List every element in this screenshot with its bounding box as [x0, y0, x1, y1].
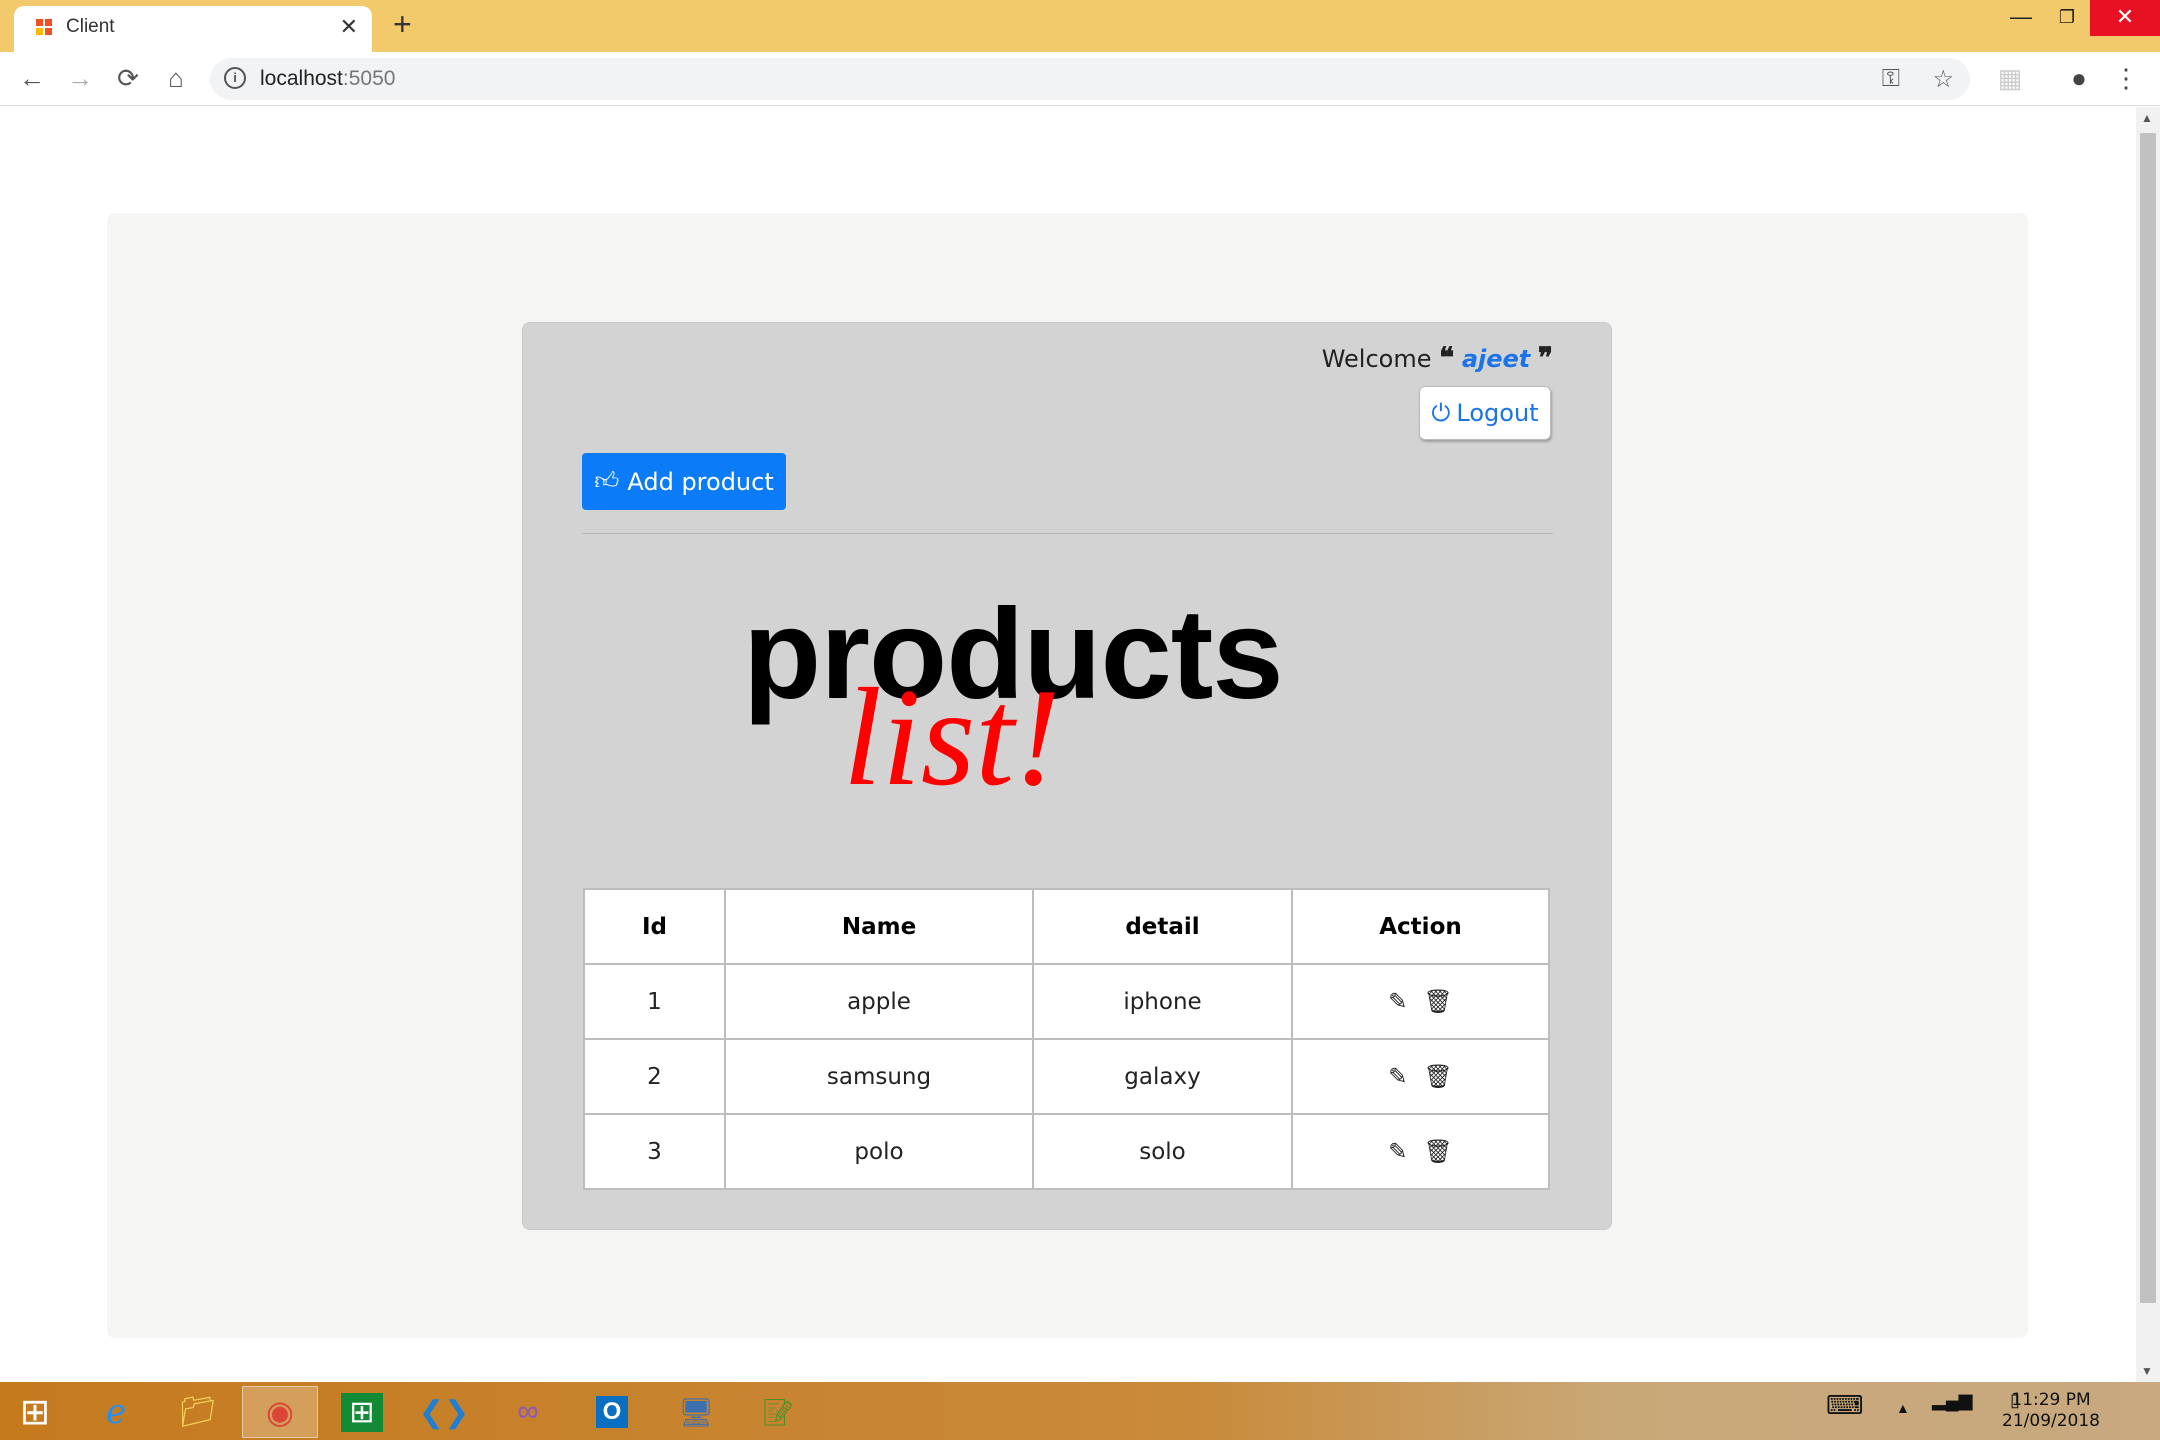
welcome-label: Welcome: [1321, 345, 1432, 373]
show-hidden-icons[interactable]: ▲: [1896, 1400, 1910, 1416]
address-bar[interactable]: i localhost:5050 ⚿ ☆: [210, 58, 1970, 100]
file-explorer-icon[interactable]: 📁︎: [160, 1386, 236, 1438]
outlook-icon[interactable]: O: [574, 1386, 650, 1438]
internet-explorer-icon[interactable]: ℯ: [78, 1386, 154, 1438]
delete-icon[interactable]: 🗑︎: [1424, 988, 1453, 1015]
table-row: 3 polo solo ✎ 🗑︎: [583, 1113, 1550, 1190]
visual-studio-icon[interactable]: ∞: [490, 1386, 566, 1438]
logout-label: Logout: [1456, 399, 1539, 427]
delete-icon[interactable]: 🗑︎: [1424, 1138, 1453, 1165]
home-icon[interactable]: ⌂: [160, 63, 192, 93]
key-icon[interactable]: ⚿: [1882, 65, 1900, 93]
products-table: Id Name detail Action 1 apple iphone ✎ 🗑…: [583, 888, 1550, 1190]
cell-name: polo: [724, 1113, 1034, 1190]
cell-detail: iphone: [1032, 963, 1293, 1040]
extension-icon[interactable]: ▦: [1994, 63, 2026, 93]
menu-dots-icon[interactable]: ⋮: [2110, 63, 2142, 93]
products-card: Welcome ❝ ajeet ❞ ⏻ Logout 👍︎ Add produc…: [522, 322, 1612, 1230]
forward-icon[interactable]: →: [64, 63, 96, 93]
delete-icon[interactable]: 🗑︎: [1424, 1063, 1453, 1090]
cell-action: ✎ 🗑︎: [1291, 1038, 1550, 1115]
cell-detail: galaxy: [1032, 1038, 1293, 1115]
column-header-name: Name: [724, 888, 1034, 965]
logout-button[interactable]: ⏻ Logout: [1419, 386, 1551, 440]
url-text[interactable]: localhost:5050: [260, 67, 395, 91]
jumbotron: Welcome ❝ ajeet ❞ ⏻ Logout 👍︎ Add produc…: [107, 213, 2028, 1338]
back-icon[interactable]: ←: [16, 63, 48, 93]
add-product-button[interactable]: 👍︎ Add product: [582, 453, 786, 510]
column-header-detail: detail: [1032, 888, 1293, 965]
close-tab-icon[interactable]: ✕: [340, 14, 358, 40]
quote-close-icon: ❞: [1537, 341, 1553, 374]
page-viewport: Welcome ❝ ajeet ❞ ⏻ Logout 👍︎ Add produc…: [0, 107, 2136, 1382]
cell-id: 3: [583, 1113, 726, 1190]
column-header-id: Id: [583, 888, 726, 965]
browser-toolbar: ← → ⟳ ⌂ i localhost:5050 ⚿ ☆ ▦ ● ⋮: [0, 52, 2160, 106]
add-product-label: Add product: [627, 467, 774, 496]
cell-id: 1: [583, 963, 726, 1040]
browser-tab[interactable]: Client ✕: [14, 6, 372, 52]
cell-detail: solo: [1032, 1113, 1293, 1190]
bookmark-star-icon[interactable]: ☆: [1932, 65, 1954, 94]
taskbar: ⊞ ℯ 📁︎ ◉ ⊞ ❮❯ ∞ O 🖥︎ 📝︎ ⌨ ▲ ▂▄▆ 🔈︎ ▯ 11:…: [0, 1382, 2160, 1440]
username: ajeet: [1461, 345, 1531, 373]
site-info-icon[interactable]: i: [224, 67, 246, 89]
chrome-icon[interactable]: ◉: [242, 1386, 318, 1438]
new-tab-icon[interactable]: +: [393, 6, 412, 42]
tab-title: Client: [66, 16, 115, 37]
browser-tab-strip: Client ✕ + — ❐ ✕: [0, 0, 2160, 52]
quote-open-icon: ❝: [1439, 341, 1455, 374]
scroll-down-icon[interactable]: ▼: [2141, 1364, 2153, 1378]
cell-name: samsung: [724, 1038, 1034, 1115]
edit-icon[interactable]: ✎: [1388, 989, 1407, 1015]
edit-icon[interactable]: ✎: [1388, 1139, 1407, 1165]
table-row: 1 apple iphone ✎ 🗑︎: [583, 963, 1550, 1040]
power-icon: ⏻: [1431, 399, 1451, 427]
table-row: 2 samsung galaxy ✎ 🗑︎: [583, 1038, 1550, 1115]
restore-icon[interactable]: ❐: [2044, 0, 2090, 36]
thumbs-up-icon: 👍︎: [594, 467, 620, 495]
welcome-message: Welcome ❝ ajeet ❞: [1322, 341, 1553, 374]
cell-name: apple: [724, 963, 1034, 1040]
windows-start-icon[interactable]: ⊞: [0, 1386, 70, 1438]
window-close-icon[interactable]: ✕: [2090, 0, 2160, 36]
page-title-accent: list!: [843, 660, 1061, 815]
minimize-icon[interactable]: —: [1998, 0, 2044, 36]
volume-icon[interactable]: 🔈︎: [1966, 1390, 1977, 1411]
system-clock[interactable]: 11:29 PM 21/09/2018: [2002, 1390, 2100, 1432]
keyboard-icon[interactable]: ⌨: [1826, 1390, 1864, 1421]
vscode-icon[interactable]: ❮❯: [406, 1386, 482, 1438]
vertical-scrollbar[interactable]: ▲ ▼: [2136, 107, 2160, 1382]
column-header-action: Action: [1291, 888, 1550, 965]
profile-icon[interactable]: ●: [2063, 63, 2095, 93]
store-icon[interactable]: ⊞: [324, 1386, 400, 1438]
scrollbar-thumb[interactable]: [2140, 133, 2156, 1303]
cell-action: ✎ 🗑︎: [1291, 963, 1550, 1040]
app-favicon-icon: [36, 19, 54, 37]
cell-id: 2: [583, 1038, 726, 1115]
notepad-plus-icon[interactable]: 📝︎: [740, 1386, 816, 1438]
clock-date: 21/09/2018: [2002, 1411, 2100, 1431]
remote-desktop-icon[interactable]: 🖥︎: [658, 1386, 734, 1438]
edit-icon[interactable]: ✎: [1388, 1064, 1407, 1090]
divider: [582, 533, 1553, 534]
reload-icon[interactable]: ⟳: [112, 63, 144, 93]
scroll-up-icon[interactable]: ▲: [2141, 111, 2153, 125]
cell-action: ✎ 🗑︎: [1291, 1113, 1550, 1190]
table-header-row: Id Name detail Action: [583, 888, 1550, 965]
clock-time: 11:29 PM: [2011, 1390, 2091, 1410]
